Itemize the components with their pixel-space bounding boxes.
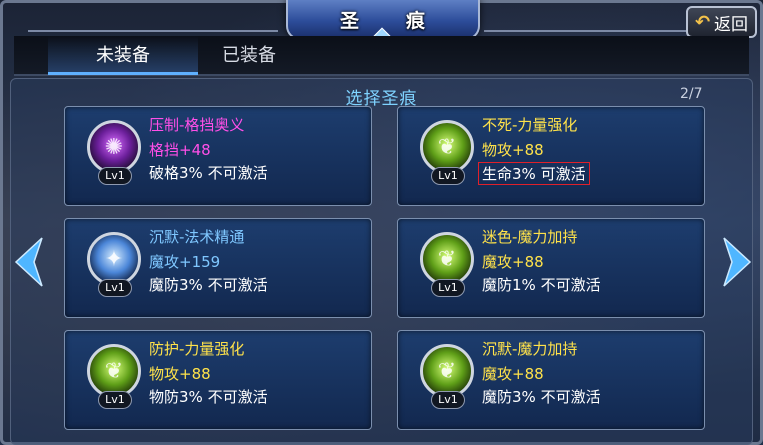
- stigmata-stat: 格挡+48: [149, 141, 211, 159]
- stigmata-skill: 物防3% 不可激活: [149, 388, 268, 406]
- emblem-glyph: ✦: [104, 246, 124, 272]
- title-char-left: 圣: [339, 9, 360, 32]
- level-badge: Lv1: [98, 167, 132, 185]
- back-arrow-icon: ↶: [694, 11, 711, 33]
- stigmata-skill: 魔防1% 不可激活: [482, 276, 601, 294]
- page-indicator: 2/7: [680, 86, 703, 102]
- spell-emblem-icon: ✦: [87, 232, 141, 286]
- stigmata-stat: 物攻+88: [149, 365, 211, 383]
- chevron-left-icon: [14, 237, 43, 287]
- level-badge: Lv1: [431, 279, 465, 297]
- level-badge: Lv1: [98, 391, 132, 409]
- emblem-glyph: ❦: [104, 358, 124, 384]
- level-badge: Lv1: [431, 391, 465, 409]
- stigmata-skill: 破格3% 不可激活: [149, 164, 268, 182]
- stigmata-card[interactable]: ❦ Lv1 不死-力量强化 物攻+88 生命3% 可激活: [397, 106, 705, 206]
- mana-emblem-icon: ❦: [420, 344, 474, 398]
- stigmata-card[interactable]: ✦ Lv1 沉默-法术精通 魔攻+159 魔防3% 不可激活: [64, 218, 372, 318]
- stigmata-card[interactable]: ❦ Lv1 沉默-魔力加持 魔攻+88 魔防3% 不可激活: [397, 330, 705, 430]
- stigmata-card[interactable]: ❦ Lv1 迷色-魔力加持 魔攻+88 魔防1% 不可激活: [397, 218, 705, 318]
- emblem-glyph: ❦: [437, 246, 457, 272]
- stigmata-stat: 物攻+88: [482, 141, 544, 159]
- stigmata-stat: 魔攻+159: [149, 253, 221, 271]
- stigmata-skill: 魔防3% 不可激活: [149, 276, 268, 294]
- stigmata-name: 沉默-法术精通: [149, 228, 245, 246]
- stigmata-name: 迷色-魔力加持: [482, 228, 578, 246]
- mana-emblem-icon: ❦: [420, 232, 474, 286]
- stigmata-name: 不死-力量强化: [482, 116, 578, 134]
- prev-page-button[interactable]: [12, 236, 44, 288]
- stigmata-stat: 魔攻+88: [482, 365, 544, 383]
- stigmata-name: 防护-力量强化: [149, 340, 245, 358]
- parry-emblem-icon: ✺: [87, 120, 141, 174]
- stigmata-name: 沉默-魔力加持: [482, 340, 578, 358]
- tab-bar: 未装备 已装备: [14, 36, 749, 76]
- back-button[interactable]: ↶ 返回: [686, 6, 757, 38]
- emblem-glyph: ✺: [104, 134, 124, 160]
- stigmata-name: 压制-格挡奥义: [149, 116, 245, 134]
- strength-emblem-icon: ❦: [87, 344, 141, 398]
- strength-emblem-icon: ❦: [420, 120, 474, 174]
- level-badge: Lv1: [431, 167, 465, 185]
- stigmata-skill: 生命3% 可激活: [478, 162, 590, 185]
- chevron-right-icon: [723, 237, 752, 287]
- back-button-label: 返回: [714, 14, 749, 35]
- stigmata-card[interactable]: ✺ Lv1 压制-格挡奥义 格挡+48 破格3% 不可激活: [64, 106, 372, 206]
- next-page-button[interactable]: [722, 236, 754, 288]
- stigmata-skill: 魔防3% 不可激活: [482, 388, 601, 406]
- emblem-glyph: ❦: [437, 134, 457, 160]
- level-badge: Lv1: [98, 279, 132, 297]
- tab-equipped[interactable]: 已装备: [174, 36, 324, 72]
- stigmata-stat: 魔攻+88: [482, 253, 544, 271]
- emblem-glyph: ❦: [437, 358, 457, 384]
- stigmata-card[interactable]: ❦ Lv1 防护-力量强化 物攻+88 物防3% 不可激活: [64, 330, 372, 430]
- title-ornament-left: [28, 6, 278, 32]
- title-char-right: 痕: [406, 9, 427, 32]
